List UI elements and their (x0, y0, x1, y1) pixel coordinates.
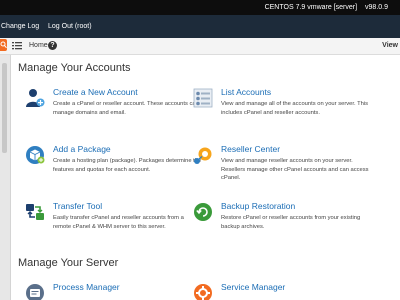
transfer-icon[interactable] (25, 202, 45, 222)
log-out-link[interactable]: Log Out (root) (48, 15, 92, 38)
menu-icon[interactable] (12, 41, 22, 50)
breadcrumb-home[interactable]: Home (29, 41, 48, 50)
search-toggle-button[interactable] (0, 39, 7, 51)
help-icon[interactable]: ? (48, 41, 57, 50)
list-accounts-description: View and manage all of the accounts on y… (221, 101, 369, 116)
service-manager-link[interactable]: Service Manager (221, 282, 285, 292)
server-name: CENTOS 7.9 vmware [server] (264, 4, 358, 11)
reseller-center-description: View and manage reseller accounts on you… (221, 158, 369, 181)
backup-restoration-description: Restore cPanel or reseller accounts from… (221, 215, 361, 230)
create-account-description: Create a cPanel or reseller account. The… (53, 101, 199, 116)
section-title-accounts: Manage Your Accounts (18, 62, 131, 74)
process-manager-link[interactable]: Process Manager (53, 282, 120, 292)
service-manager-icon[interactable] (193, 283, 213, 300)
change-log-link[interactable]: Change Log (1, 15, 39, 38)
top-navigation: Change Log Log Out (root) (0, 15, 400, 38)
system-info-bar: CENTOS 7.9 vmware [server] v98.0.9 (0, 0, 400, 15)
scrollbar-thumb[interactable] (2, 63, 7, 153)
main-content: Manage Your Accounts Create a New Accoun… (11, 55, 400, 300)
transfer-tool-link[interactable]: Transfer Tool (53, 201, 102, 211)
package-icon[interactable] (25, 145, 45, 165)
breadcrumb: Home ? View (0, 38, 400, 55)
search-icon (0, 41, 7, 49)
reseller-icon[interactable] (193, 145, 213, 165)
sidebar-scrollbar[interactable] (0, 55, 11, 300)
version-label: v98.0.9 (365, 4, 388, 11)
whm-home-page: CENTOS 7.9 vmware [server] v98.0.9 Change… (0, 0, 400, 300)
section-title-server: Manage Your Server (18, 257, 119, 269)
system-info: CENTOS 7.9 vmware [server] v98.0.9 (265, 0, 388, 15)
list-accounts-icon[interactable] (193, 88, 213, 108)
backup-restoration-link[interactable]: Backup Restoration (221, 201, 295, 211)
add-package-description: Create a hosting plan (package). Package… (53, 158, 202, 173)
create-account-link[interactable]: Create a New Account (53, 87, 138, 97)
transfer-tool-description: Easily transfer cPanel and reseller acco… (53, 215, 184, 230)
add-user-icon[interactable] (25, 88, 45, 108)
add-package-link[interactable]: Add a Package (53, 144, 111, 154)
process-manager-icon[interactable] (25, 283, 45, 300)
view-toggle[interactable]: View (382, 41, 398, 50)
backup-icon[interactable] (193, 202, 213, 222)
list-accounts-link[interactable]: List Accounts (221, 87, 271, 97)
reseller-center-link[interactable]: Reseller Center (221, 144, 280, 154)
